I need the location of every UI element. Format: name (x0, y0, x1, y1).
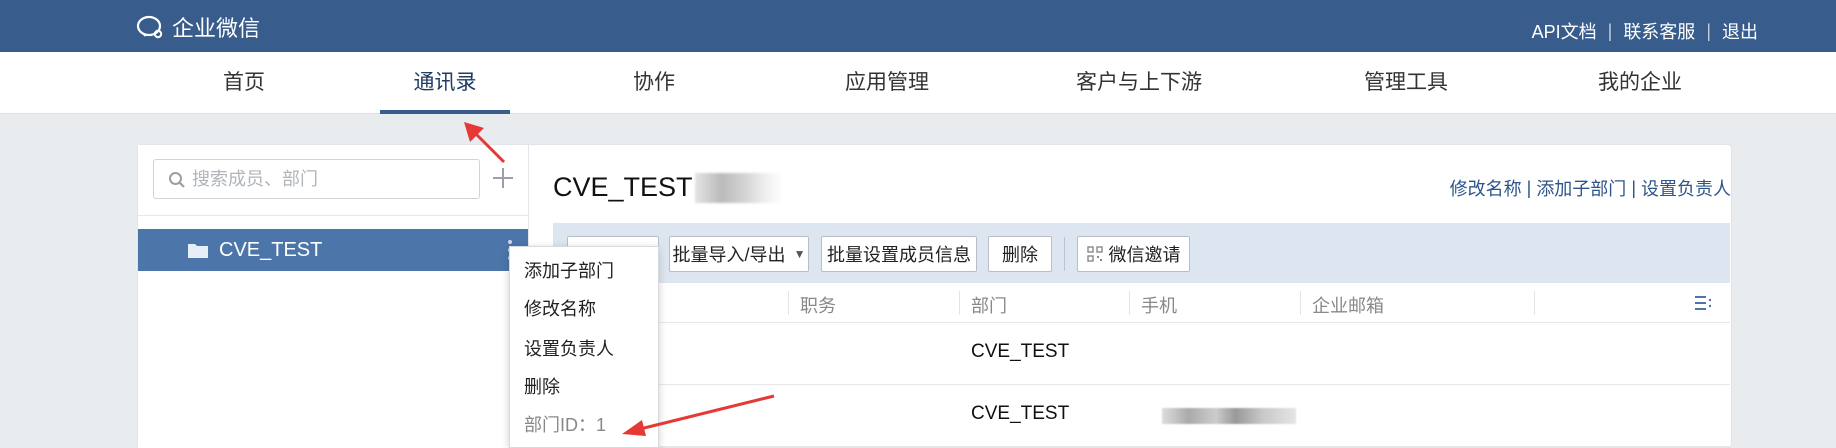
logo[interactable]: 企业微信 (136, 14, 261, 42)
batch-import-export-button[interactable]: 批量导入/导出 ▼ (669, 236, 809, 272)
delete-label: 删除 (1002, 245, 1038, 265)
nav-customers[interactable]: 客户与上下游 (1064, 52, 1214, 114)
nav-contacts[interactable]: 通讯录 (380, 52, 510, 114)
department-detail: CVE_TEST 修改名称 | 添加子部门 | 设置负责人 批量导入/导出 ▼ … (530, 145, 1733, 448)
department-tree-item[interactable]: CVE_TEST (138, 229, 528, 271)
column-separator (959, 291, 960, 315)
add-icon[interactable] (490, 165, 516, 191)
search-box[interactable] (153, 159, 480, 199)
batch-set-info-label: 批量设置成员信息 (827, 245, 971, 265)
department-title: CVE_TEST (553, 172, 783, 203)
toolbar-separator (1064, 237, 1065, 271)
table-row[interactable]: ne CVE_TEST (553, 324, 1730, 385)
column-header-phone[interactable]: 手机 (1141, 292, 1177, 318)
department-context-menu: 添加子部门 修改名称 设置负责人 删除 部门ID：1 (509, 246, 659, 448)
wechat-invite-button[interactable]: 微信邀请 (1077, 236, 1190, 272)
member-toolbar: 批量导入/导出 ▼ 批量设置成员信息 删除 微信邀请 (553, 223, 1730, 283)
top-bar: 企业微信 API文档 | 联系客服 | 退出 (0, 0, 1836, 52)
department-id-label: 部门ID：1 (524, 415, 607, 435)
member-department: CVE_TEST (971, 403, 1070, 424)
caret-down-icon: ▼ (793, 247, 806, 261)
wecom-logo-icon (136, 15, 163, 39)
qr-code-icon (1086, 246, 1103, 262)
redacted-phone (1162, 408, 1296, 424)
column-separator (788, 291, 789, 315)
link-separator: | (1706, 20, 1711, 41)
wechat-invite-label: 微信邀请 (1108, 245, 1181, 265)
column-separator (1534, 291, 1535, 315)
nav-my-enterprise[interactable]: 我的企业 (1590, 52, 1690, 114)
table-row[interactable]: CVE_TEST (553, 386, 1730, 447)
table-header: 职务 部门 手机 企业邮箱 (553, 283, 1730, 323)
menu-item-add-subdepartment[interactable]: 添加子部门 (524, 257, 614, 283)
column-header-email[interactable]: 企业邮箱 (1312, 292, 1384, 318)
department-actions: 修改名称 | 添加子部门 | 设置负责人 (1450, 175, 1731, 201)
column-separator (1300, 291, 1301, 315)
department-title-text: CVE_TEST (553, 172, 693, 202)
search-input[interactable] (192, 160, 472, 198)
action-separator: | (1526, 177, 1532, 198)
main-nav: 首页 通讯录 协作 应用管理 客户与上下游 管理工具 我的企业 (0, 52, 1836, 114)
column-header-department[interactable]: 部门 (971, 292, 1007, 318)
sidebar-divider (138, 215, 529, 216)
column-header-position[interactable]: 职务 (800, 292, 836, 318)
contact-support-link[interactable]: 联系客服 (1623, 18, 1695, 44)
column-settings-icon[interactable] (1694, 294, 1712, 312)
set-manager-link[interactable]: 设置负责人 (1641, 175, 1731, 201)
menu-item-set-manager[interactable]: 设置负责人 (524, 335, 614, 361)
search-icon (169, 172, 185, 188)
department-name: CVE_TEST (219, 238, 323, 261)
member-department: CVE_TEST (971, 341, 1070, 362)
nav-home[interactable]: 首页 (216, 52, 272, 114)
department-sidebar: CVE_TEST (138, 145, 529, 448)
nav-management-tools[interactable]: 管理工具 (1346, 52, 1466, 114)
column-separator (1129, 291, 1130, 315)
logo-text: 企业微信 (172, 17, 261, 42)
contacts-panel: CVE_TEST CVE_TEST 修改名称 | 添加子部门 | 设置负责人 批… (137, 144, 1732, 448)
nav-app-management[interactable]: 应用管理 (822, 52, 952, 114)
rename-link[interactable]: 修改名称 (1450, 175, 1522, 201)
menu-item-delete[interactable]: 删除 (524, 373, 560, 399)
delete-button[interactable]: 删除 (988, 236, 1052, 272)
batch-set-info-button[interactable]: 批量设置成员信息 (821, 236, 977, 272)
api-docs-link[interactable]: API文档 (1532, 18, 1597, 44)
action-separator: | (1631, 177, 1636, 198)
add-subdepartment-link[interactable]: 添加子部门 (1536, 175, 1626, 201)
menu-item-rename[interactable]: 修改名称 (524, 295, 596, 321)
batch-import-export-label: 批量导入/导出 (672, 245, 786, 265)
redacted-text (694, 172, 783, 203)
logout-link[interactable]: 退出 (1722, 18, 1758, 44)
link-separator: | (1607, 20, 1613, 41)
folder-icon (188, 244, 208, 258)
top-links: API文档 | 联系客服 | 退出 (1532, 18, 1758, 44)
nav-collaboration[interactable]: 协作 (626, 52, 682, 114)
